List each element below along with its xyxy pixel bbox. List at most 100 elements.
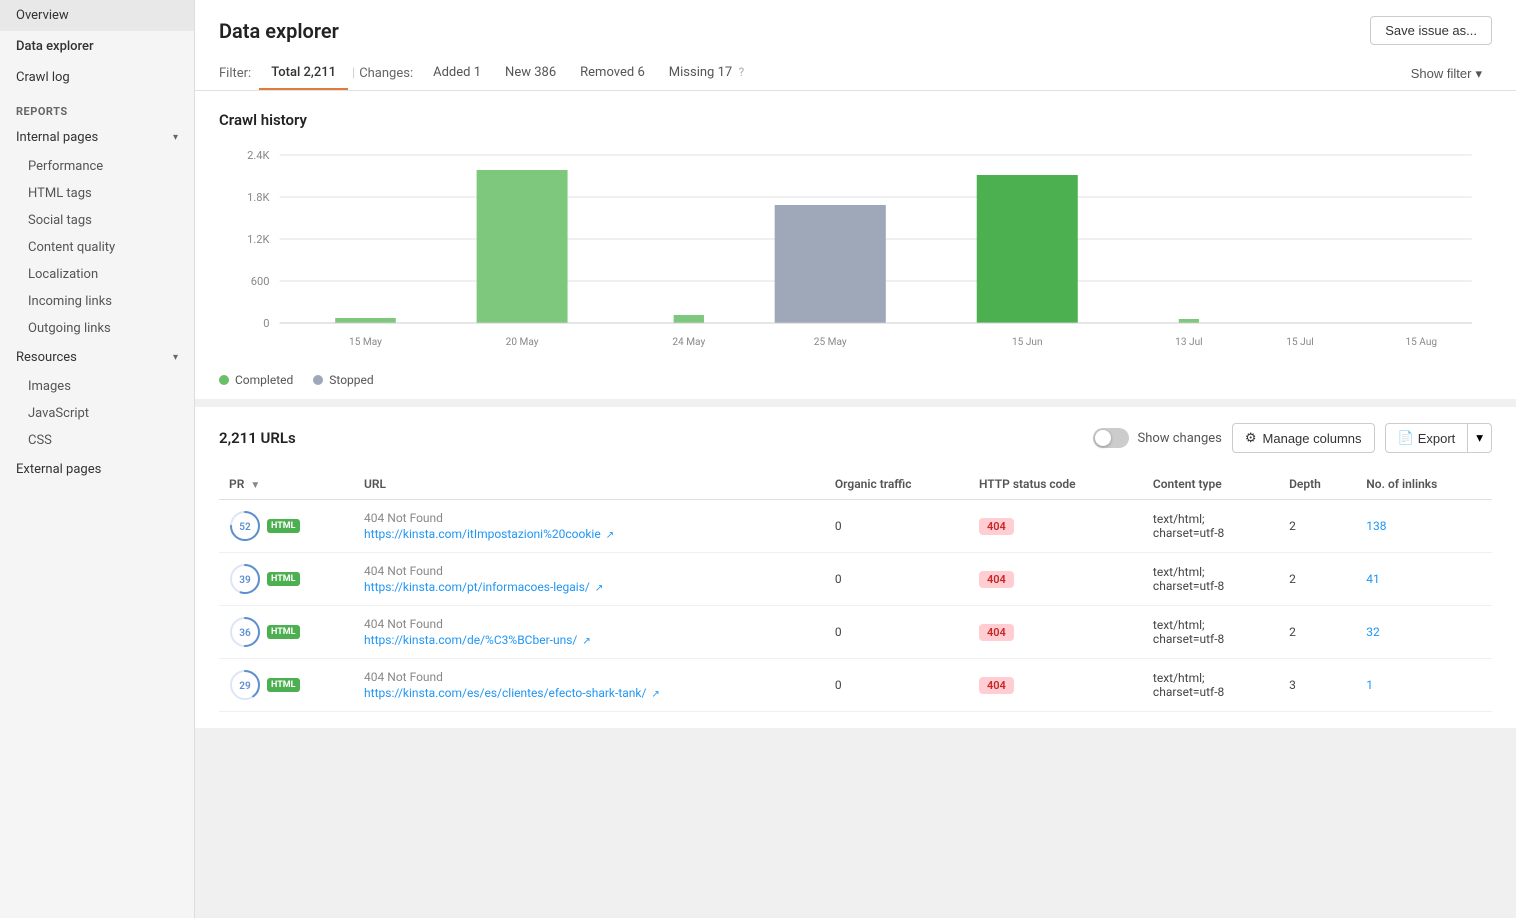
url-status: 404 Not Found (364, 617, 815, 631)
sidebar-sub-item-performance[interactable]: Performance (0, 153, 194, 180)
svg-text:15 May: 15 May (349, 337, 382, 348)
legend-completed: Completed (219, 373, 293, 387)
url-status: 404 Not Found (364, 670, 815, 684)
organic-traffic-cell: 0 (825, 500, 969, 553)
depth-cell: 3 (1279, 659, 1356, 712)
missing-help-icon: ? (738, 65, 744, 79)
filter-tab-added[interactable]: Added 1 (421, 57, 493, 90)
pr-cell: 39 HTML (219, 553, 354, 606)
sidebar: OverviewData explorerCrawl log REPORTS I… (0, 0, 195, 918)
pr-indicator: 39 (229, 563, 261, 595)
pr-arc-svg: 29 (229, 669, 261, 701)
table-controls: Show changes ⚙ Manage columns 📄 Export ▾ (1093, 423, 1492, 453)
col-depth[interactable]: Depth (1279, 469, 1356, 500)
status-badge: 404 (979, 518, 1014, 535)
inlinks-link[interactable]: 138 (1366, 519, 1386, 533)
filter-label: Filter: (219, 66, 251, 81)
svg-text:29: 29 (239, 681, 251, 692)
html-badge: HTML (267, 625, 300, 639)
svg-text:39: 39 (239, 575, 251, 586)
sidebar-sub-item-images[interactable]: Images (0, 373, 194, 400)
sidebar-group-resources[interactable]: Resources▾ (0, 342, 194, 373)
export-dropdown-button[interactable]: ▾ (1468, 423, 1492, 453)
organic-traffic-cell: 0 (825, 659, 969, 712)
col-content-type[interactable]: Content type (1143, 469, 1279, 500)
external-link-icon: ↗ (582, 636, 590, 647)
sidebar-item-overview[interactable]: Overview (0, 0, 194, 31)
url-link[interactable]: https://kinsta.com/pt/informacoes-legais… (364, 580, 815, 594)
header-top: Data explorer Save issue as... (219, 16, 1492, 45)
export-button[interactable]: 📄 Export (1385, 423, 1469, 453)
table-row: 29 HTML 404 Not Found https://kinsta.com… (219, 659, 1492, 712)
url-link[interactable]: https://kinsta.com/itImpostazioni%20cook… (364, 527, 815, 541)
html-badge: HTML (267, 678, 300, 692)
chevron-down-icon: ▾ (1475, 66, 1482, 82)
svg-text:15 Jun: 15 Jun (1012, 337, 1043, 348)
completed-dot (219, 375, 229, 385)
toggle-thumb (1095, 430, 1111, 446)
reports-section-label: REPORTS (0, 93, 194, 122)
sidebar-sub-item-content-quality[interactable]: Content quality (0, 234, 194, 261)
stopped-dot (313, 375, 323, 385)
show-changes-toggle-container: Show changes (1093, 428, 1221, 448)
chevron-icon: ▾ (173, 132, 178, 143)
sidebar-item-data-explorer[interactable]: Data explorer (0, 31, 194, 62)
changes-label: Changes: (359, 66, 413, 81)
table-row: 39 HTML 404 Not Found https://kinsta.com… (219, 553, 1492, 606)
sidebar-sub-item-outgoing-links[interactable]: Outgoing links (0, 315, 194, 342)
svg-text:24 May: 24 May (672, 337, 705, 348)
url-status: 404 Not Found (364, 564, 815, 578)
url-link[interactable]: https://kinsta.com/de/%C3%BCber-uns/ ↗ (364, 633, 815, 647)
depth-cell: 2 (1279, 553, 1356, 606)
svg-text:15 Aug: 15 Aug (1405, 337, 1437, 348)
sidebar-group-internal-pages[interactable]: Internal pages▾ (0, 122, 194, 153)
table-section: 2,211 URLs Show changes ⚙ Manage columns (195, 407, 1516, 728)
legend-stopped: Stopped (313, 373, 373, 387)
table-header-row: PR ▼ URL Organic traffic HTTP status cod… (219, 469, 1492, 500)
sidebar-item-crawl-log[interactable]: Crawl log (0, 62, 194, 93)
external-link-icon: ↗ (651, 689, 659, 700)
inlinks-link[interactable]: 32 (1366, 625, 1380, 639)
col-pr[interactable]: PR ▼ (219, 469, 354, 500)
http-status-cell: 404 (969, 659, 1143, 712)
sidebar-sub-item-html-tags[interactable]: HTML tags (0, 180, 194, 207)
svg-text:1.2K: 1.2K (247, 233, 269, 246)
url-link[interactable]: https://kinsta.com/es/es/clientes/efecto… (364, 686, 815, 700)
table-row: 52 HTML 404 Not Found https://kinsta.com… (219, 500, 1492, 553)
svg-text:2.4K: 2.4K (247, 149, 269, 162)
sidebar-sub-item-social-tags[interactable]: Social tags (0, 207, 194, 234)
col-url[interactable]: URL (354, 469, 825, 500)
inlinks-link[interactable]: 1 (1366, 678, 1373, 692)
filter-tab-missing[interactable]: Missing 17 ? (657, 57, 756, 90)
chart-legend: Completed Stopped (219, 373, 1492, 387)
pr-cell: 36 HTML (219, 606, 354, 659)
svg-text:15 Jul: 15 Jul (1286, 337, 1313, 348)
manage-columns-button[interactable]: ⚙ Manage columns (1232, 423, 1375, 453)
sidebar-sub-item-javascript[interactable]: JavaScript (0, 400, 194, 427)
chevron-icon: ▾ (173, 352, 178, 363)
sidebar-sub-item-css[interactable]: CSS (0, 427, 194, 454)
inlinks-link[interactable]: 41 (1366, 572, 1380, 586)
export-button-group: 📄 Export ▾ (1385, 423, 1492, 453)
show-filter-button[interactable]: Show filter ▾ (1401, 60, 1492, 88)
content-type-cell: text/html;charset=utf-8 (1143, 500, 1279, 553)
chart-container: 2.4K 1.8K 1.2K 600 0 15 May 20 May 24 Ma… (219, 145, 1492, 365)
export-icon: 📄 (1398, 430, 1414, 446)
sidebar-item-external-pages[interactable]: External pages (0, 454, 194, 485)
col-organic-traffic[interactable]: Organic traffic (825, 469, 969, 500)
sidebar-sub-item-localization[interactable]: Localization (0, 261, 194, 288)
col-http-status[interactable]: HTTP status code (969, 469, 1143, 500)
chart-title: Crawl history (219, 111, 1492, 129)
url-status: 404 Not Found (364, 511, 815, 525)
filter-tab-removed[interactable]: Removed 6 (568, 57, 657, 90)
col-inlinks[interactable]: No. of inlinks (1356, 469, 1492, 500)
svg-text:600: 600 (251, 275, 270, 288)
table-header: 2,211 URLs Show changes ⚙ Manage columns (219, 423, 1492, 453)
show-changes-toggle[interactable] (1093, 428, 1129, 448)
pr-arc-svg: 36 (229, 616, 261, 648)
organic-traffic-cell: 0 (825, 606, 969, 659)
sidebar-sub-item-incoming-links[interactable]: Incoming links (0, 288, 194, 315)
save-issue-button[interactable]: Save issue as... (1370, 16, 1492, 45)
filter-tab-total[interactable]: Total 2,211 (259, 57, 348, 90)
filter-tab-new[interactable]: New 386 (493, 57, 568, 90)
